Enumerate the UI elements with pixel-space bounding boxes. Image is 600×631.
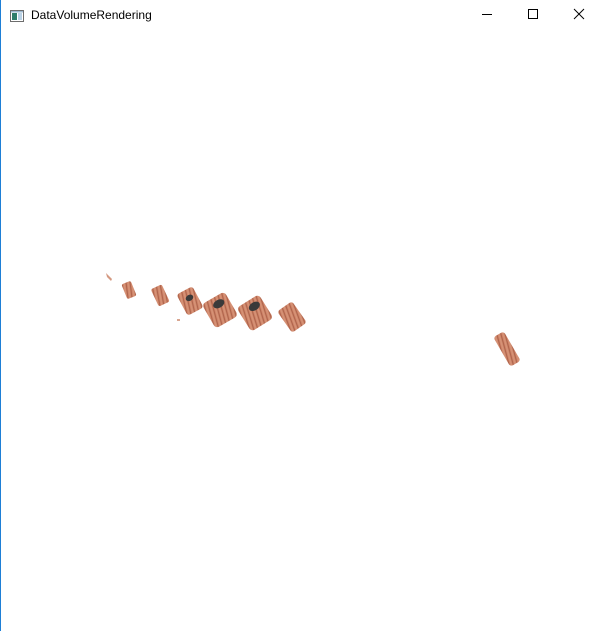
maximize-icon: [527, 7, 539, 25]
render-viewport[interactable]: [1, 31, 600, 631]
close-icon: [573, 7, 585, 25]
volume-fragment-2: [151, 284, 170, 306]
volume-fragment-4: [203, 292, 237, 328]
close-button[interactable]: [556, 0, 600, 31]
volume-fragment-6: [278, 302, 306, 332]
volume-render-canvas: [106, 273, 520, 366]
app-window-icon: [10, 9, 24, 22]
minimize-icon: [481, 7, 493, 25]
maximize-button[interactable]: [510, 0, 556, 31]
window-title: DataVolumeRendering: [31, 8, 152, 22]
app-window: DataVolumeRendering: [0, 0, 600, 631]
volume-fragment-3: [177, 287, 203, 315]
volume-fragment-0: [106, 273, 112, 281]
volume-fragment-1: [121, 281, 137, 299]
volume-fragment-7: [494, 332, 520, 366]
minimize-button[interactable]: [464, 0, 510, 31]
volume-speck: [177, 319, 180, 321]
title-bar[interactable]: DataVolumeRendering: [1, 0, 600, 31]
volume-fragment-5: [238, 295, 272, 331]
